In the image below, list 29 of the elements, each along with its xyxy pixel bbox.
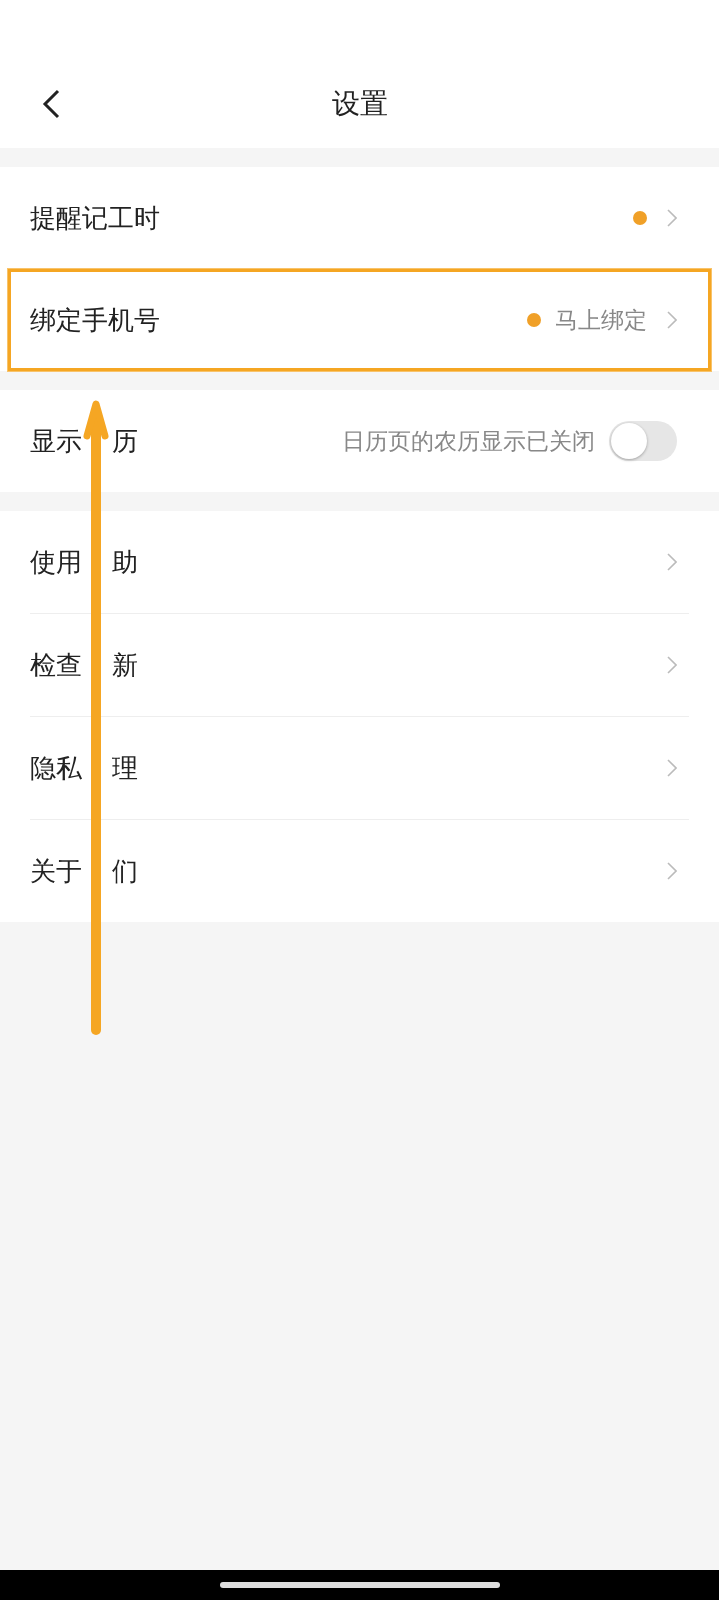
label-fragment: 显示: [30, 424, 82, 458]
label-fragment: 助: [112, 545, 138, 579]
label-fragment: 们: [112, 854, 138, 888]
row-label: 绑定手机号: [30, 303, 160, 337]
settings-row[interactable]: 隐私 理: [0, 717, 719, 819]
label-fragment: 隐私: [30, 751, 82, 785]
chevron-icon: [667, 656, 677, 674]
chevron-icon: [667, 311, 677, 329]
page-title: 设置: [331, 86, 388, 122]
settings-row[interactable]: 关于 们: [0, 820, 719, 922]
settings-row[interactable]: 显示 历 日历页的农历显示已关闭: [0, 390, 719, 492]
label-fragment: 历: [112, 424, 138, 458]
row-label: 提醒记工时: [30, 201, 160, 235]
chevron-icon: [667, 759, 677, 777]
settings-row[interactable]: 提醒记工时: [0, 167, 719, 269]
settings-row[interactable]: 检查 新: [0, 614, 719, 716]
label-fragment: 检查: [30, 648, 82, 682]
home-indicator[interactable]: [219, 1582, 500, 1588]
label-fragment: 新: [112, 648, 138, 682]
chevron-icon: [667, 553, 677, 571]
settings-row[interactable]: 使用 助: [0, 511, 719, 613]
highlighted-row[interactable]: 绑定手机号 马上绑定: [8, 269, 711, 371]
chevron-icon: [667, 209, 677, 227]
label-fragment: 关于: [30, 854, 82, 888]
toggle-switch[interactable]: [609, 421, 677, 461]
label-fragment: 理: [112, 751, 138, 785]
label-fragment: 使用: [30, 545, 82, 579]
back-icon[interactable]: [40, 88, 62, 120]
chevron-icon: [667, 862, 677, 880]
